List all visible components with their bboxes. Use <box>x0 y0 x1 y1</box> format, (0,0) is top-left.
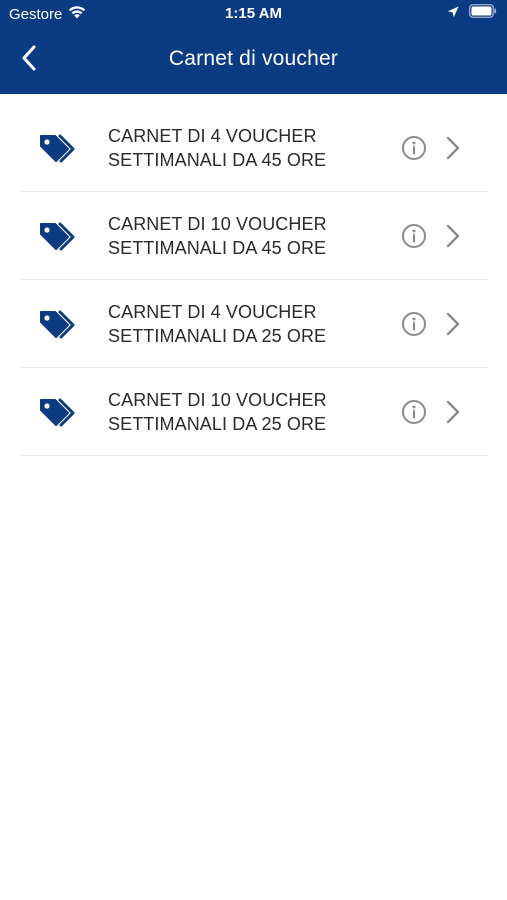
list-item[interactable]: CARNET DI 10 VOUCHER SETTIMANALI DA 45 O… <box>20 192 488 280</box>
list-item-subtitle: SETTIMANALI DA 45 ORE <box>108 238 327 258</box>
list-item-title: CARNET DI 4 VOUCHER <box>108 302 317 322</box>
battery-icon <box>469 4 497 23</box>
list-item-subtitle: SETTIMANALI DA 25 ORE <box>108 326 327 346</box>
header: Gestore 1:15 AM Carnet di voucher <box>0 0 507 94</box>
list-item-label: CARNET DI 10 VOUCHER SETTIMANALI DA 45 O… <box>108 212 368 260</box>
list-item[interactable]: CARNET DI 4 VOUCHER SETTIMANALI DA 25 OR… <box>20 280 488 368</box>
list-item-label: CARNET DI 10 VOUCHER SETTIMANALI DA 25 O… <box>108 388 368 436</box>
location-arrow-icon <box>447 5 459 23</box>
list-item-title: CARNET DI 10 VOUCHER <box>108 390 327 410</box>
list-item[interactable]: CARNET DI 4 VOUCHER SETTIMANALI DA 45 OR… <box>20 104 488 192</box>
voucher-list: CARNET DI 4 VOUCHER SETTIMANALI DA 45 OR… <box>20 104 488 456</box>
status-right <box>447 4 497 23</box>
info-circle-icon[interactable] <box>401 311 427 337</box>
status-time: 1:15 AM <box>225 5 282 22</box>
list-item[interactable]: CARNET DI 10 VOUCHER SETTIMANALI DA 25 O… <box>20 368 488 456</box>
chevron-right-icon <box>445 136 461 160</box>
info-circle-icon[interactable] <box>401 223 427 249</box>
list-item-title: CARNET DI 4 VOUCHER <box>108 126 317 146</box>
list-item-subtitle: SETTIMANALI DA 25 ORE <box>108 414 327 434</box>
tags-icon <box>38 132 78 164</box>
chevron-right-icon <box>445 312 461 336</box>
chevron-right-icon <box>445 400 461 424</box>
list-item-label: CARNET DI 4 VOUCHER SETTIMANALI DA 25 OR… <box>108 300 368 348</box>
page-title: Carnet di voucher <box>168 47 339 70</box>
list-item-title: CARNET DI 10 VOUCHER <box>108 214 327 234</box>
tags-icon <box>38 396 78 428</box>
status-bar: Gestore 1:15 AM <box>0 0 507 28</box>
info-circle-icon[interactable] <box>401 135 427 161</box>
info-circle-icon[interactable] <box>401 399 427 425</box>
list-item-subtitle: SETTIMANALI DA 45 ORE <box>108 150 327 170</box>
nav-bar: Carnet di voucher <box>0 40 507 80</box>
tags-icon <box>38 308 78 340</box>
chevron-right-icon <box>445 224 461 248</box>
tags-icon <box>38 220 78 252</box>
list-item-label: CARNET DI 4 VOUCHER SETTIMANALI DA 45 OR… <box>108 124 368 172</box>
